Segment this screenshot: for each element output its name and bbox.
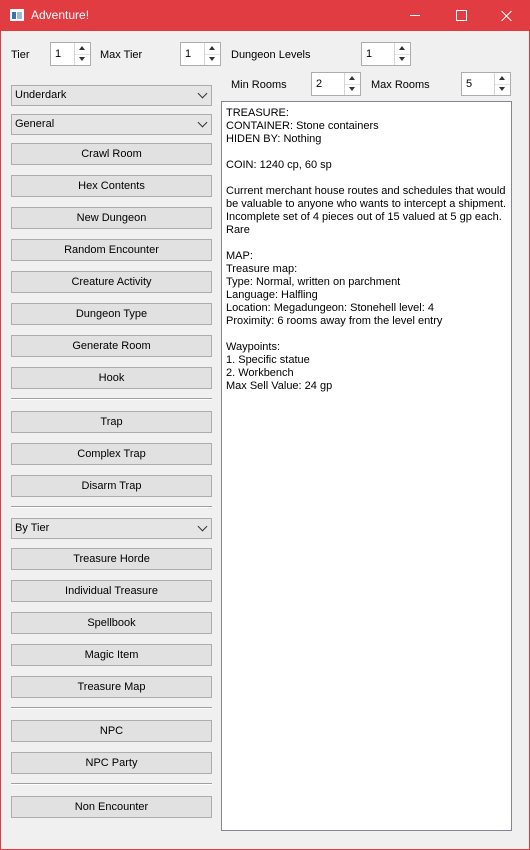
complex-trap-button[interactable]: Complex Trap (11, 443, 212, 465)
dungeon-levels-down-arrow-icon[interactable] (395, 54, 410, 65)
max-rooms-spinbox[interactable]: 5 (461, 72, 511, 96)
output-line: Max Sell Value: 24 gp (226, 380, 333, 392)
output-line: Current merchant house routes and schedu… (226, 185, 506, 197)
non-encounter-button[interactable]: Non Encounter (11, 796, 212, 818)
output-line: Waypoints: (226, 341, 281, 353)
output-line: Language: Halfling (226, 289, 318, 301)
dungeon-levels-value: 1 (366, 48, 373, 60)
separator (11, 398, 212, 400)
output-line: 1. Specific statue (226, 354, 310, 366)
tier-label: Tier (11, 49, 30, 61)
npc-party-button[interactable]: NPC Party (11, 752, 212, 774)
treasure-mode-value: By Tier (15, 522, 50, 534)
min-rooms-down-arrow-icon[interactable] (345, 84, 360, 95)
min-rooms-spinbox[interactable]: 2 (311, 72, 361, 96)
magic-item-button[interactable]: Magic Item (11, 644, 212, 666)
min-rooms-value: 2 (316, 78, 323, 90)
close-button[interactable] (484, 0, 530, 31)
output-line: Location: Megadungeon: Stonehell level: … (226, 302, 434, 314)
output-line: Rare (226, 224, 250, 236)
treasure-mode-select[interactable]: By Tier (11, 518, 212, 539)
type-select[interactable]: General (11, 114, 212, 135)
separator (11, 783, 212, 785)
region-select-value: Underdark (15, 89, 67, 101)
tier-value: 1 (55, 48, 62, 60)
tier-spinbox[interactable]: 1 (50, 42, 91, 66)
close-icon (501, 10, 513, 22)
maximize-icon (455, 10, 467, 21)
dungeon-levels-label: Dungeon Levels (231, 49, 311, 61)
chevron-down-icon (197, 88, 208, 99)
trap-button[interactable]: Trap (11, 411, 212, 433)
output-line: CONTAINER: Stone containers (226, 120, 379, 132)
output-line: Treasure map: (226, 263, 298, 275)
random-encounter-button[interactable]: Random Encounter (11, 239, 212, 261)
hook-button[interactable]: Hook (11, 367, 212, 389)
region-select[interactable]: Underdark (11, 85, 212, 106)
new-dungeon-button[interactable]: New Dungeon (11, 207, 212, 229)
output-line: be valuable to anyone who wants to inter… (226, 198, 507, 210)
max-tier-down-arrow-icon[interactable] (205, 54, 220, 65)
generate-room-button[interactable]: Generate Room (11, 335, 212, 357)
minimize-button[interactable] (392, 0, 438, 31)
minimize-icon (410, 15, 420, 16)
max-rooms-label: Max Rooms (371, 79, 430, 91)
output-line: Incomplete set of 4 pieces out of 15 val… (226, 211, 502, 223)
type-select-value: General (15, 118, 55, 130)
dungeon-type-button[interactable]: Dungeon Type (11, 303, 212, 325)
title-bar: Adventure! (0, 0, 530, 31)
max-tier-label: Max Tier (100, 49, 143, 61)
disarm-trap-button[interactable]: Disarm Trap (11, 475, 212, 497)
chevron-down-icon (197, 117, 208, 128)
output-line: COIN: 1240 cp, 60 sp (226, 159, 332, 171)
window-title: Adventure! (31, 8, 90, 22)
crawl-room-button[interactable]: Crawl Room (11, 143, 212, 165)
individual-treasure-button[interactable]: Individual Treasure (11, 580, 212, 602)
output-line: Proximity: 6 rooms away from the level e… (226, 315, 443, 327)
output-line: MAP: (226, 250, 253, 262)
creature-activity-button[interactable]: Creature Activity (11, 271, 212, 293)
treasure-map-button[interactable]: Treasure Map (11, 676, 212, 698)
chevron-down-icon (197, 521, 208, 532)
tier-down-arrow-icon[interactable] (75, 54, 90, 65)
output-line: TREASURE: (226, 107, 289, 119)
npc-button[interactable]: NPC (11, 720, 212, 742)
treasure-horde-button[interactable]: Treasure Horde (11, 548, 212, 570)
min-rooms-label: Min Rooms (231, 79, 287, 91)
max-rooms-value: 5 (466, 78, 473, 90)
hex-contents-button[interactable]: Hex Contents (11, 175, 212, 197)
output-line: 2. Workbench (226, 367, 294, 379)
spellbook-button[interactable]: Spellbook (11, 612, 212, 634)
max-tier-spinbox[interactable]: 1 (180, 42, 221, 66)
max-tier-value: 1 (185, 48, 192, 60)
separator (11, 506, 212, 508)
app-icon (10, 9, 24, 21)
maximize-button[interactable] (438, 0, 484, 31)
dungeon-levels-spinbox[interactable]: 1 (361, 42, 411, 66)
output-line: HIDEN BY: Nothing (226, 133, 322, 145)
output-text-area[interactable]: TREASURE: CONTAINER: Stone containers HIDE… (221, 101, 512, 831)
separator (11, 707, 212, 709)
max-rooms-down-arrow-icon[interactable] (495, 84, 510, 95)
output-line: Type: Normal, written on parchment (226, 276, 401, 288)
